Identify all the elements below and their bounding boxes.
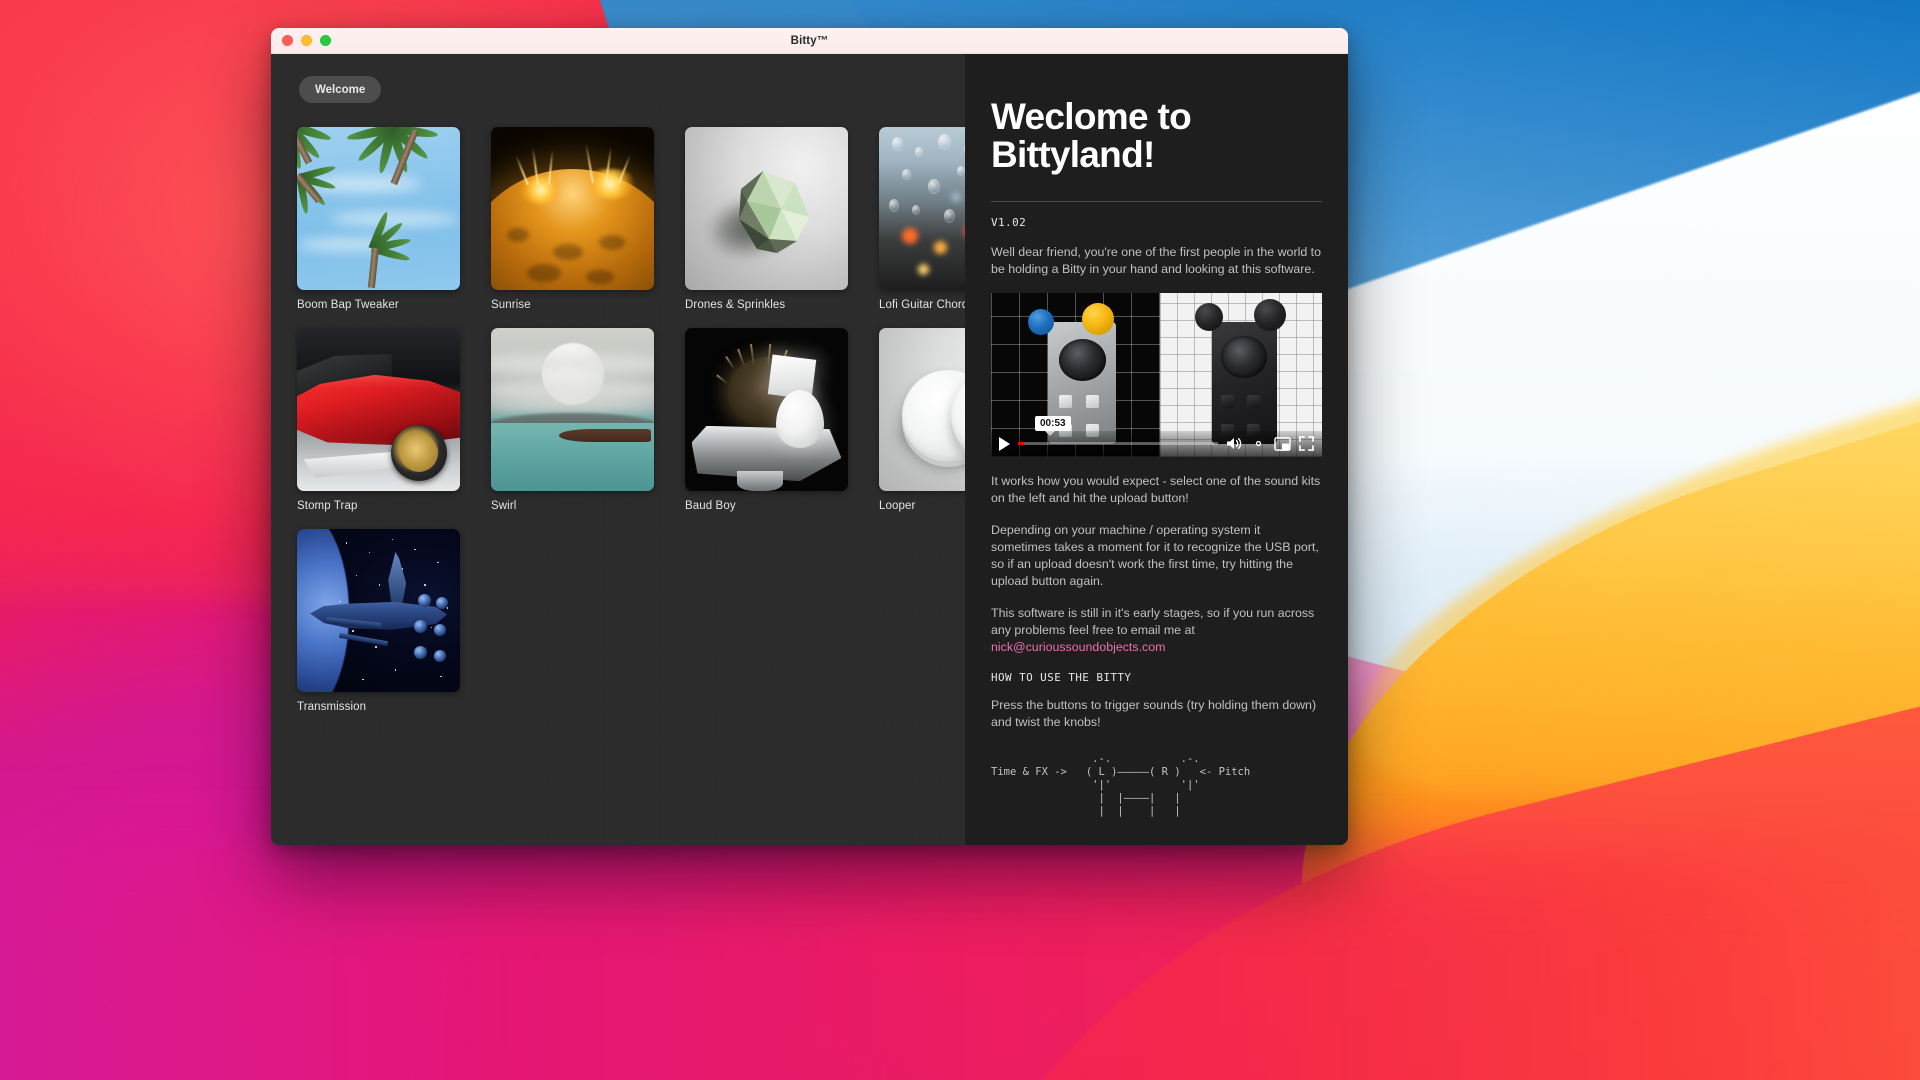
- yellow-knob-icon: [1082, 302, 1115, 335]
- solar-surface-artwork: [491, 127, 654, 290]
- window-titlebar[interactable]: Bitty™: [271, 28, 1348, 54]
- kit-label: Baud Boy: [685, 500, 736, 512]
- kit-thumbnail-transmission[interactable]: [297, 529, 460, 692]
- body-paragraph-3-text: This software is still in it's early sta…: [991, 605, 1315, 637]
- kit-thumbnail-stomp-trap[interactable]: [297, 328, 460, 491]
- video-timestamp-tooltip: 00:53: [1035, 415, 1071, 436]
- app-window: Bitty™ Welcome Boom Bap Tweaker Sunrise …: [271, 28, 1348, 845]
- zoom-button[interactable]: [320, 35, 331, 46]
- video-progress-bar[interactable]: [1018, 442, 1218, 446]
- two-white-discs-artwork: [879, 328, 965, 491]
- kit-thumbnail-swirl[interactable]: [491, 328, 654, 491]
- window-title: Bitty™: [790, 34, 829, 47]
- kit-tile[interactable]: Looper: [879, 328, 965, 512]
- volume-icon[interactable]: [1226, 436, 1243, 451]
- welcome-info-panel: Weclome to Bittyland! V1.02 Well dear fr…: [965, 54, 1348, 845]
- body-paragraph-1: It works how you would expect - select o…: [991, 473, 1321, 505]
- kit-tile[interactable]: Stomp Trap: [297, 328, 460, 512]
- kit-thumbnail-baud-boy[interactable]: [685, 328, 848, 491]
- black-knob-right-icon: [1253, 299, 1286, 332]
- kit-label: Looper: [879, 500, 916, 512]
- kit-grid: Boom Bap Tweaker Sunrise Drones & Sprink…: [297, 127, 965, 713]
- kit-label: Drones & Sprinkles: [685, 299, 786, 311]
- kit-thumbnail-lofi-guitar-chords[interactable]: [879, 127, 965, 290]
- spaceship-artwork: [297, 529, 460, 692]
- panel-title: Weclome to Bittyland!: [991, 96, 1192, 176]
- red-sports-car-artwork: [297, 328, 460, 491]
- kit-tile[interactable]: Transmission: [297, 529, 460, 713]
- minimize-button[interactable]: [301, 35, 312, 46]
- panel-divider: [991, 200, 1322, 202]
- kit-tile[interactable]: Sunrise: [491, 127, 654, 311]
- fur-ball-and-egg-artwork: [685, 328, 848, 491]
- miniplayer-icon[interactable]: [1274, 437, 1291, 451]
- video-control-bar[interactable]: [991, 430, 1322, 457]
- device-speaker-dark: [1221, 335, 1267, 379]
- kit-label: Lofi Guitar Chords: [879, 299, 965, 311]
- kit-label: Transmission: [297, 701, 367, 713]
- kit-tile[interactable]: Drones & Sprinkles: [685, 127, 848, 311]
- bitty-ascii-diagram: .-. .-. Time & FX -> ( L )—————( R ) <- …: [991, 752, 1251, 818]
- wallpaper-bottom-pink-wash: [0, 850, 1920, 1080]
- kit-tile[interactable]: Lofi Guitar Chords: [879, 127, 965, 311]
- traffic-light-group: [271, 35, 331, 46]
- kit-thumbnail-looper[interactable]: [879, 328, 965, 491]
- version-label: V1.02: [991, 215, 1027, 229]
- kit-tile[interactable]: Boom Bap Tweaker: [297, 127, 460, 311]
- body-paragraph-2: Depending on your machine / operating sy…: [991, 522, 1319, 588]
- play-button-icon[interactable]: [999, 436, 1010, 451]
- device-button-1: [1058, 394, 1072, 408]
- intro-paragraph: Well dear friend, you're one of the firs…: [991, 244, 1321, 276]
- howto-body: Press the buttons to trigger sounds (try…: [991, 697, 1317, 729]
- desktop-wallpaper: Bitty™ Welcome Boom Bap Tweaker Sunrise …: [0, 0, 1920, 1080]
- kit-label: Sunrise: [491, 299, 531, 311]
- device-speaker-light: [1058, 338, 1106, 382]
- moon-over-sea-artwork: [491, 328, 654, 491]
- kit-label: Boom Bap Tweaker: [297, 299, 399, 311]
- device-dark-button-2: [1247, 394, 1261, 408]
- kit-thumbnail-boom-bap-tweaker[interactable]: [297, 127, 460, 290]
- kit-gallery: Welcome Boom Bap Tweaker Sunrise Drones …: [271, 54, 965, 845]
- fullscreen-icon[interactable]: [1299, 436, 1314, 452]
- kit-tile[interactable]: Baud Boy: [685, 328, 848, 512]
- device-button-2: [1085, 394, 1099, 408]
- kit-tile[interactable]: Swirl: [491, 328, 654, 512]
- window-body: Welcome Boom Bap Tweaker Sunrise Drones …: [271, 54, 1348, 845]
- support-email-link[interactable]: nick@curioussoundobjects.com: [991, 640, 1165, 654]
- gear-icon[interactable]: [1251, 436, 1266, 451]
- rainy-window-artwork: [879, 127, 965, 290]
- kit-thumbnail-drones-and-sprinkles[interactable]: [685, 127, 848, 290]
- close-button[interactable]: [282, 35, 293, 46]
- palms-sky-artwork: [297, 127, 460, 290]
- kit-thumbnail-sunrise[interactable]: [491, 127, 654, 290]
- welcome-tab-pill[interactable]: Welcome: [299, 76, 382, 103]
- howto-heading: HOW TO USE THE BITTY: [991, 670, 1132, 684]
- kit-label: Stomp Trap: [297, 500, 358, 512]
- tutorial-video-player[interactable]: 00:53: [991, 292, 1322, 457]
- kit-label: Swirl: [491, 500, 517, 512]
- body-paragraph-3: This software is still in it's early sta…: [991, 605, 1322, 656]
- device-dark-button-1: [1221, 394, 1235, 408]
- green-icosahedron-artwork: [685, 127, 848, 290]
